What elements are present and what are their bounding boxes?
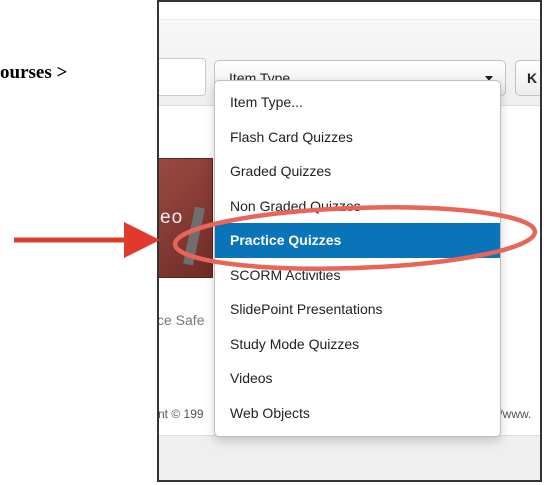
menu-item-scorm-activities[interactable]: SCORM Activities bbox=[215, 258, 500, 293]
arrow-head-icon bbox=[124, 222, 160, 258]
menu-item-slidepoint-presentations[interactable]: SlidePoint Presentations bbox=[215, 292, 500, 327]
thumbnail-text: eo bbox=[160, 207, 184, 228]
breadcrumb: ourses > bbox=[0, 62, 68, 83]
screenshot-frame: Item Type... K eo ce Safe nt © 199 //www… bbox=[157, 0, 542, 482]
menu-item-study-mode-quizzes[interactable]: Study Mode Quizzes bbox=[215, 327, 500, 362]
keyword-button[interactable]: K bbox=[515, 60, 540, 96]
menu-item-non-graded-quizzes[interactable]: Non Graded Quizzes bbox=[215, 189, 500, 224]
menu-item-practice-quizzes[interactable]: Practice Quizzes bbox=[215, 223, 500, 258]
menu-item-graded-quizzes[interactable]: Graded Quizzes bbox=[215, 154, 500, 189]
menu-item-videos[interactable]: Videos bbox=[215, 361, 500, 396]
footer-link[interactable]: //www. bbox=[496, 407, 531, 421]
menu-item-web-objects[interactable]: Web Objects bbox=[215, 396, 500, 431]
search-input[interactable] bbox=[159, 58, 206, 96]
course-caption[interactable]: ce Safe bbox=[159, 312, 204, 328]
bottom-bar bbox=[159, 435, 540, 480]
footer-copyright: nt © 199 bbox=[158, 407, 204, 421]
menu-item-item-type[interactable]: Item Type... bbox=[215, 85, 500, 120]
top-strip bbox=[159, 2, 540, 20]
menu-item-flash-card-quizzes[interactable]: Flash Card Quizzes bbox=[215, 120, 500, 155]
item-type-dropdown-menu: Item Type... Flash Card Quizzes Graded Q… bbox=[214, 80, 501, 437]
